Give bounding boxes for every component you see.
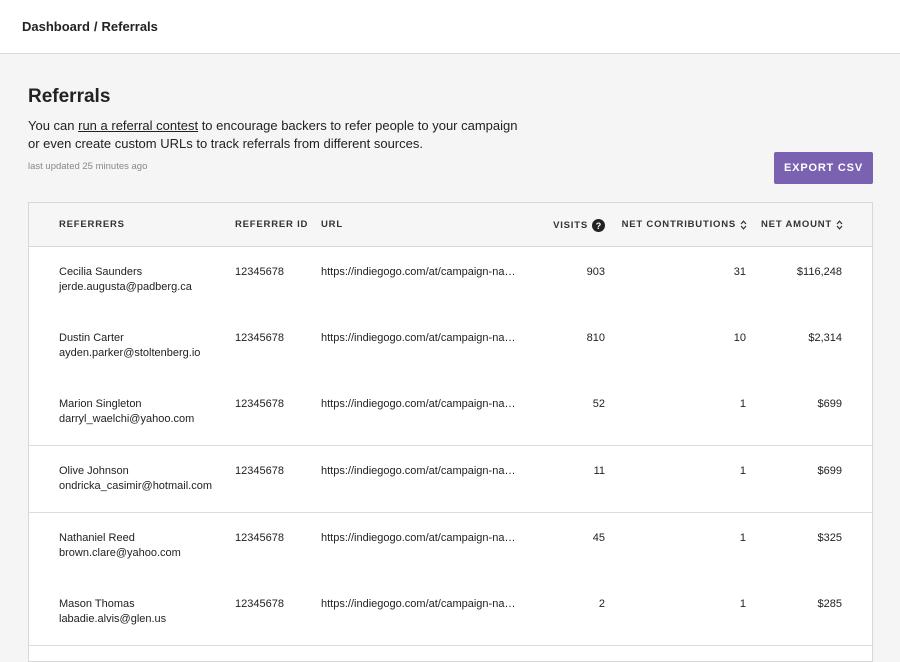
- referrer-id: 12345678: [235, 532, 284, 544]
- referral-url[interactable]: https://indiegogo.com/at/campaign-na…: [321, 532, 529, 544]
- sort-icon[interactable]: [740, 219, 747, 230]
- export-csv-button[interactable]: EXPORT CSV: [774, 152, 873, 184]
- description-prefix: You can: [28, 118, 79, 133]
- breadcrumb: Dashboard / Referrals: [22, 19, 158, 34]
- header-referrers: REFERRERS: [59, 219, 125, 230]
- referrals-table: REFERRERS REFERRER ID URL VISITS ? NET C…: [28, 202, 873, 662]
- referral-contest-link[interactable]: run a referral contest: [78, 118, 198, 133]
- table-row: Cecilia Saunders jerde.augusta@padberg.ca…: [29, 247, 872, 314]
- header-referrers-label: REFERRERS: [59, 219, 125, 230]
- sort-icon[interactable]: [836, 219, 843, 230]
- referrer-name: Cecilia Saunders: [59, 266, 143, 278]
- visits-count: 2: [598, 598, 605, 610]
- table-row: Mason Thomas labadie.alvis@glen.us 1234567…: [29, 579, 872, 646]
- referrer-name: Marion Singleton: [59, 398, 142, 410]
- net-amount-value: $699: [817, 465, 842, 477]
- referrer-email: ondricka_casimir@hotmail.com: [59, 480, 212, 492]
- net-contributions-count: 31: [733, 266, 746, 278]
- table-row: Dustin Carter ayden.parker@stoltenberg.io…: [29, 313, 872, 380]
- net-contributions-count: 1: [739, 532, 746, 544]
- referrer-id: 12345678: [235, 465, 284, 477]
- visits-count: 52: [592, 398, 605, 410]
- referral-url[interactable]: https://indiegogo.com/at/campaign-na…: [321, 465, 529, 477]
- referrer-id: 12345678: [235, 266, 284, 278]
- header-url-label: URL: [321, 219, 343, 230]
- net-amount-value: $285: [817, 598, 842, 610]
- referral-url[interactable]: https://indiegogo.com/at/campaign-na…: [321, 332, 529, 344]
- net-contributions-count: 1: [739, 398, 746, 410]
- referrer-email: labadie.alvis@glen.us: [59, 613, 167, 625]
- net-contributions-count: 1: [739, 465, 746, 477]
- referral-url[interactable]: https://indiegogo.com/at/campaign-na…: [321, 266, 529, 278]
- referrer-email: darryl_waelchi@yahoo.com: [59, 413, 195, 425]
- referral-url[interactable]: https://indiegogo.com/at/campaign-na…: [321, 598, 529, 610]
- top-bar: Dashboard / Referrals: [0, 0, 900, 54]
- referrer-id: 12345678: [235, 398, 284, 410]
- net-contributions-count: 10: [733, 332, 746, 344]
- header-url: URL: [321, 219, 343, 230]
- breadcrumb-current: Referrals: [101, 19, 158, 34]
- net-amount-value: $699: [817, 398, 842, 410]
- last-updated-text: last updated 25 minutes ago: [28, 161, 148, 172]
- header-referrer-id-label: REFERRER ID: [235, 219, 309, 230]
- referral-url[interactable]: https://indiegogo.com/at/campaign-na…: [321, 398, 529, 410]
- table-row: Marion Singleton darryl_waelchi@yahoo.com…: [29, 379, 872, 446]
- page-description: You can run a referral contest to encour…: [28, 117, 528, 153]
- net-contributions-count: 1: [739, 598, 746, 610]
- breadcrumb-separator: /: [93, 19, 98, 34]
- header-net-contributions-label: NET CONTRIBUTIONS: [621, 219, 736, 230]
- visits-count: 810: [586, 332, 605, 344]
- header-net-contributions[interactable]: NET CONTRIBUTIONS: [589, 219, 747, 230]
- referrer-name: Nathaniel Reed: [59, 532, 135, 544]
- referrer-email: brown.clare@yahoo.com: [59, 547, 181, 559]
- visits-count: 903: [586, 266, 605, 278]
- header-visits-label: VISITS: [553, 220, 588, 231]
- referrer-email: ayden.parker@stoltenberg.io: [59, 347, 201, 359]
- header-net-amount[interactable]: NET AMOUNT: [749, 219, 843, 230]
- referrer-id: 12345678: [235, 332, 284, 344]
- referrer-name: Dustin Carter: [59, 332, 124, 344]
- net-amount-value: $116,248: [796, 266, 842, 278]
- table-row: Nathaniel Reed brown.clare@yahoo.com 12345…: [29, 513, 872, 580]
- referrer-email: jerde.augusta@padberg.ca: [59, 281, 192, 293]
- page-title: Referrals: [28, 86, 111, 107]
- breadcrumb-dashboard-link[interactable]: Dashboard: [22, 19, 90, 34]
- visits-count: 45: [592, 532, 605, 544]
- net-amount-value: $2,314: [808, 332, 842, 344]
- referrer-name: Mason Thomas: [59, 598, 135, 610]
- header-referrer-id: REFERRER ID: [235, 219, 308, 230]
- net-amount-value: $325: [817, 532, 842, 544]
- table-header: REFERRERS REFERRER ID URL VISITS ? NET C…: [29, 203, 872, 247]
- header-net-amount-label: NET AMOUNT: [761, 219, 832, 230]
- table-row: Olive Johnson ondricka_casimir@hotmail.co…: [29, 446, 872, 513]
- referrer-name: Olive Johnson: [59, 465, 129, 477]
- referrer-id: 12345678: [235, 598, 284, 610]
- visits-count: 11: [593, 465, 605, 477]
